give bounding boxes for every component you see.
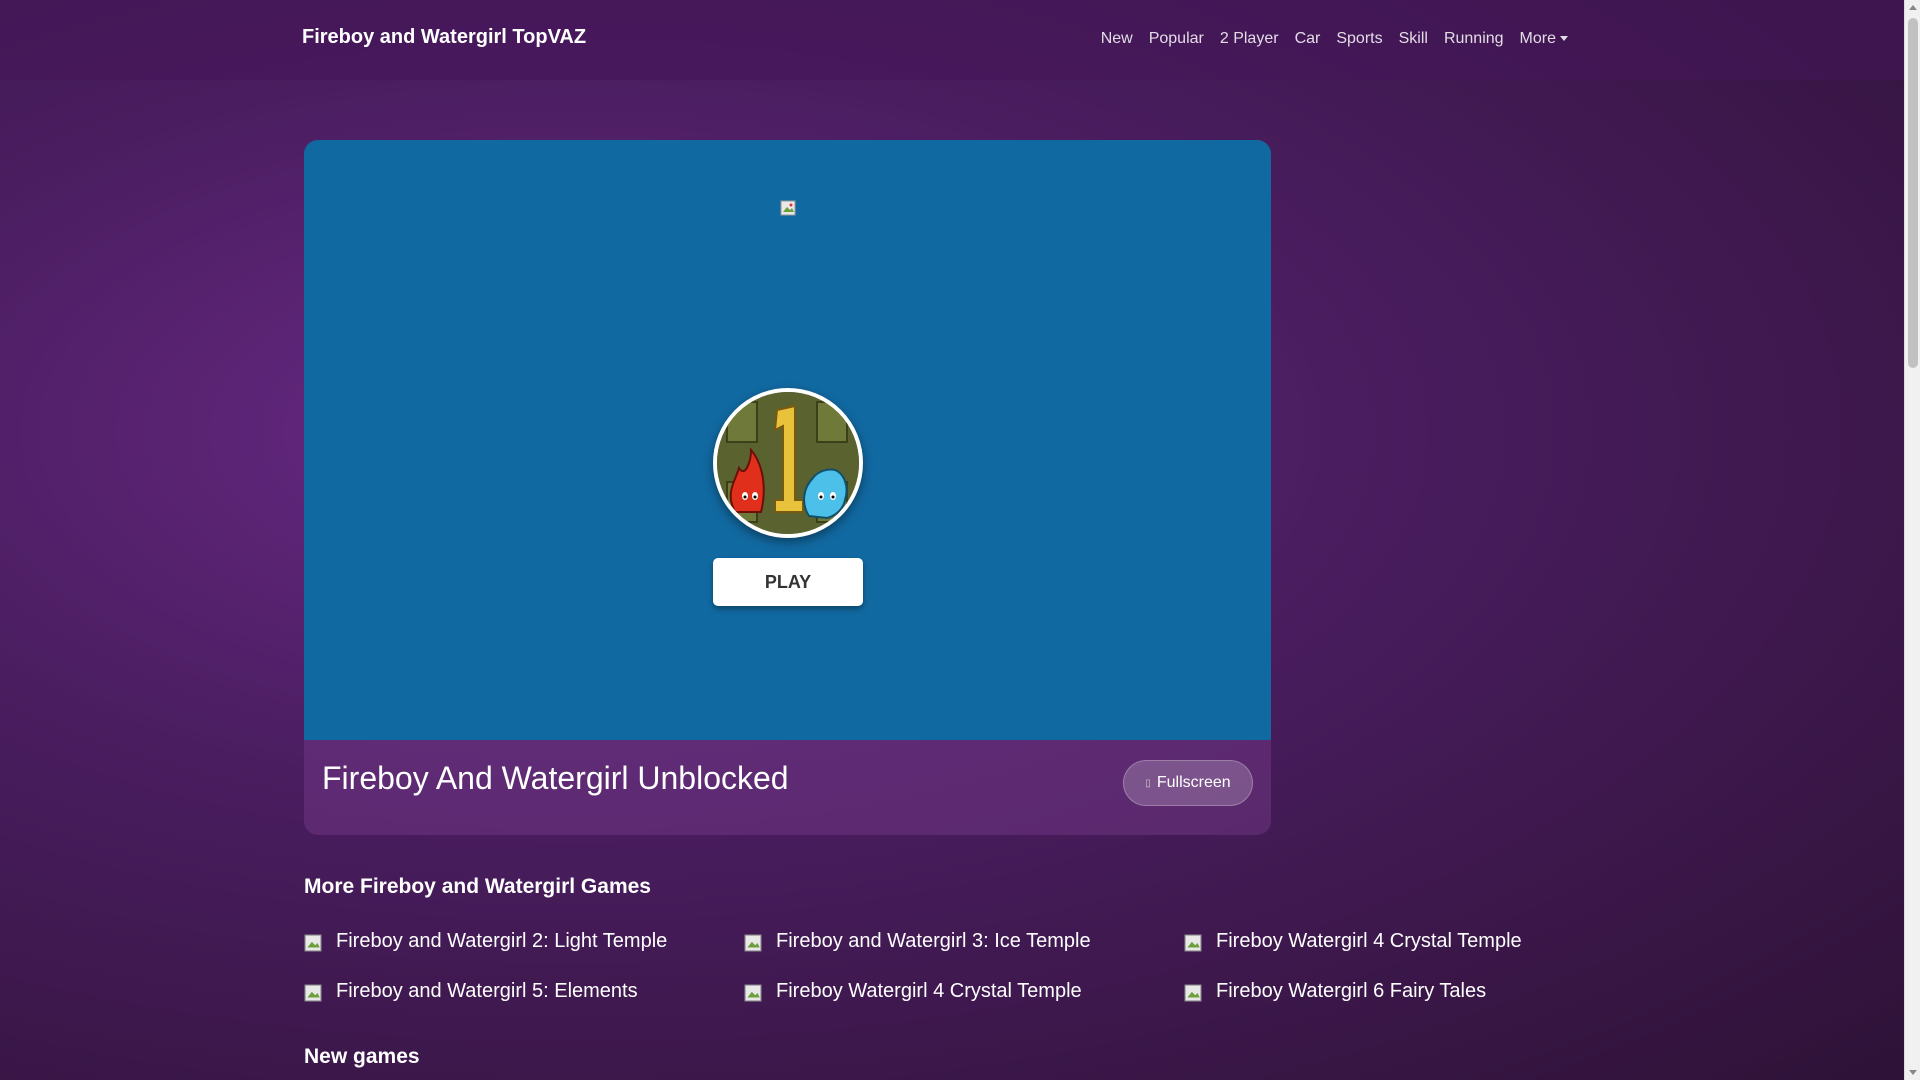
nav-link-sports[interactable]: Sports	[1328, 30, 1390, 48]
nav-link-skill[interactable]: Skill	[1391, 30, 1436, 48]
broken-image-icon	[304, 934, 322, 952]
nav-link-car[interactable]: Car	[1287, 30, 1329, 48]
game-thumbnail[interactable]	[713, 388, 863, 538]
game-link-label: Fireboy and Watergirl 5: Elements	[336, 980, 638, 1002]
scroll-thumb[interactable]	[1908, 18, 1918, 368]
nav-link-running[interactable]: Running	[1436, 30, 1512, 48]
nav-links: New Popular 2 Player Car Sports Skill Ru…	[1093, 30, 1576, 48]
more-games-list: Fireboy and Watergirl 2: Light Temple Fi…	[304, 930, 1624, 1008]
nav-link-popular[interactable]: Popular	[1141, 30, 1212, 48]
scroll-up-arrow-icon[interactable]	[1909, 5, 1917, 10]
game-link-label: Fireboy Watergirl 4 Crystal Temple	[776, 980, 1082, 1002]
nav-more-label: More	[1519, 30, 1556, 47]
list-item[interactable]: Fireboy and Watergirl 2: Light Temple	[304, 930, 744, 958]
list-item[interactable]: Fireboy Watergirl 4 Crystal Temple	[1184, 930, 1624, 958]
new-games-heading: New games	[304, 1045, 420, 1068]
top-navbar: Fireboy and Watergirl TopVAZ New Popular…	[0, 0, 1904, 80]
broken-image-icon	[780, 200, 796, 216]
game-title: Fireboy And Watergirl Unblocked	[322, 760, 789, 796]
broken-image-icon	[744, 984, 762, 1002]
nav-link-new[interactable]: New	[1093, 30, 1141, 48]
game-link-label: Fireboy Watergirl 4 Crystal Temple	[1216, 930, 1522, 952]
fireboy-watergirl-artwork	[717, 392, 859, 534]
play-button[interactable]: PLAY	[713, 558, 863, 606]
game-frame[interactable]: PLAY	[304, 140, 1271, 740]
list-item[interactable]: Fireboy and Watergirl 3: Ice Temple	[744, 930, 1184, 958]
broken-image-icon	[744, 934, 762, 952]
broken-image-icon	[304, 984, 322, 1002]
broken-image-icon	[1184, 984, 1202, 1002]
site-brand[interactable]: Fireboy and Watergirl TopVAZ	[302, 26, 586, 49]
caret-down-icon	[1560, 36, 1568, 42]
fullscreen-label: Fullscreen	[1156, 774, 1231, 791]
scroll-down-arrow-icon[interactable]	[1909, 1070, 1917, 1075]
game-link-label: Fireboy and Watergirl 2: Light Temple	[336, 930, 668, 952]
list-item[interactable]: Fireboy and Watergirl 5: Elements	[304, 980, 744, 1008]
list-item[interactable]: Fireboy Watergirl 4 Crystal Temple	[744, 980, 1184, 1008]
list-item[interactable]: Fireboy Watergirl 6 Fairy Tales	[1184, 980, 1624, 1008]
nav-more-dropdown[interactable]: More	[1512, 30, 1576, 48]
fullscreen-button[interactable]: ▯ Fullscreen	[1123, 760, 1253, 806]
game-link-label: Fireboy and Watergirl 3: Ice Temple	[776, 930, 1091, 952]
fullscreen-icon: ▯	[1145, 777, 1151, 789]
game-card: PLAY Fireboy And Watergirl Unblocked ▯ F…	[304, 140, 1271, 835]
broken-image-icon	[1184, 934, 1202, 952]
nav-link-2-player[interactable]: 2 Player	[1212, 30, 1287, 48]
more-games-heading: More Fireboy and Watergirl Games	[304, 875, 651, 898]
game-link-label: Fireboy Watergirl 6 Fairy Tales	[1216, 980, 1487, 1002]
page-scrollbar[interactable]	[1904, 0, 1920, 1080]
